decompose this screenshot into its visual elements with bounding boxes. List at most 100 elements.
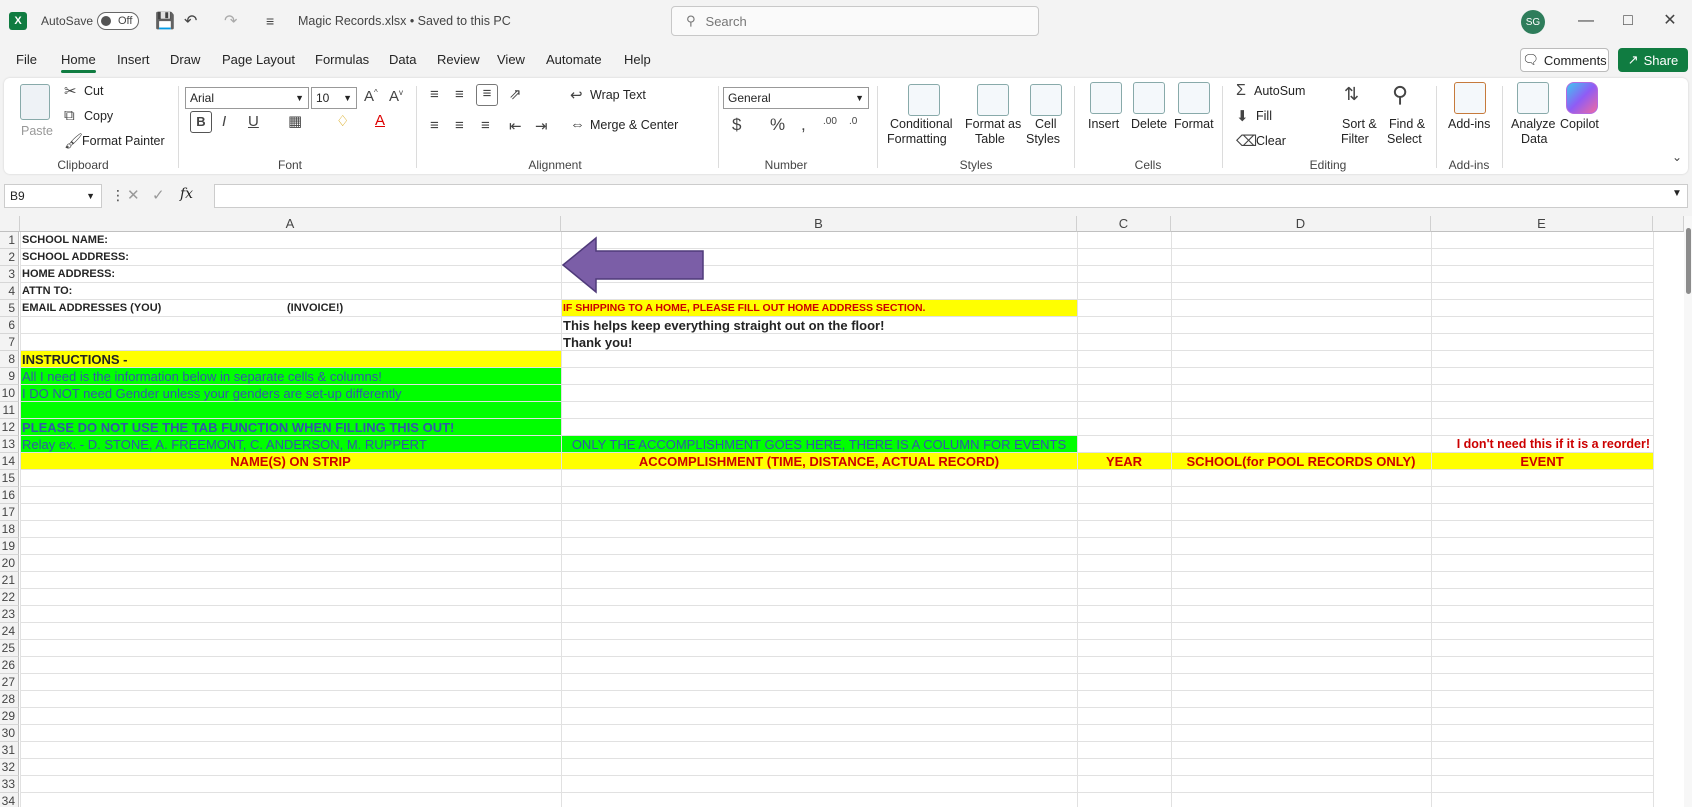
borders-icon[interactable]: ▦ xyxy=(288,112,302,130)
row-header[interactable]: 8 xyxy=(0,351,19,368)
cell-e14[interactable]: EVENT xyxy=(1431,453,1653,470)
clear-button[interactable]: Clear xyxy=(1256,134,1286,148)
cell-c14[interactable]: YEAR xyxy=(1077,453,1171,470)
row-header[interactable]: 24 xyxy=(0,623,19,640)
cancel-icon[interactable]: ✕ xyxy=(127,186,140,204)
column-header-a[interactable]: A xyxy=(20,216,561,232)
user-avatar[interactable]: SG xyxy=(1521,10,1545,34)
tab-formulas[interactable]: Formulas xyxy=(315,52,369,67)
column-header-e[interactable]: E xyxy=(1431,216,1653,232)
cell-d14[interactable]: SCHOOL(for POOL RECORDS ONLY) xyxy=(1171,453,1431,470)
italic-button[interactable]: I xyxy=(222,113,226,130)
cell-a5[interactable]: EMAIL ADDRESSES (YOU) xyxy=(22,300,161,317)
save-icon[interactable]: 💾 xyxy=(155,0,175,42)
styles-label[interactable]: Styles xyxy=(1026,132,1060,146)
row-header[interactable]: 27 xyxy=(0,674,19,691)
cell-a12[interactable]: PLEASE DO NOT USE THE TAB FUNCTION WHEN … xyxy=(22,419,454,436)
select-all-corner[interactable] xyxy=(0,216,20,232)
percent-icon[interactable]: % xyxy=(770,115,785,135)
column-header-b[interactable]: B xyxy=(561,216,1077,232)
data-label[interactable]: Data xyxy=(1521,132,1547,146)
tab-review[interactable]: Review xyxy=(437,52,480,67)
insert-cells-button[interactable]: Insert xyxy=(1088,117,1119,131)
row-header[interactable]: 26 xyxy=(0,657,19,674)
enter-icon[interactable]: ✓ xyxy=(152,186,165,204)
close-icon[interactable]: ✕ xyxy=(1661,12,1679,30)
increase-font-icon[interactable]: A^ xyxy=(364,88,378,105)
tab-file[interactable]: File xyxy=(16,52,37,67)
row-header[interactable]: 12 xyxy=(0,419,19,436)
delete-cells-button[interactable]: Delete xyxy=(1131,117,1167,131)
align-center-icon[interactable]: ≡ xyxy=(455,117,464,134)
table-label[interactable]: Table xyxy=(975,132,1005,146)
font-size-combo[interactable]: 10 ▼ xyxy=(311,87,357,109)
minimize-icon[interactable]: — xyxy=(1577,12,1595,30)
name-box[interactable]: B9 ▼ xyxy=(4,184,102,208)
row-header[interactable]: 15 xyxy=(0,470,19,487)
decrease-indent-icon[interactable]: ⇤ xyxy=(509,117,522,135)
row-header[interactable]: 9 xyxy=(0,368,19,385)
row-header[interactable]: 31 xyxy=(0,742,19,759)
tab-draw[interactable]: Draw xyxy=(170,52,200,67)
cell-a13[interactable]: Relay ex. - D. STONE, A. FREEMONT, C. AN… xyxy=(22,436,427,453)
select-label[interactable]: Select xyxy=(1387,132,1422,146)
row-header[interactable]: 11 xyxy=(0,402,19,419)
scrollbar-thumb[interactable] xyxy=(1686,228,1691,294)
row-header[interactable]: 7 xyxy=(0,334,19,351)
comma-icon[interactable]: , xyxy=(801,115,806,135)
row-header[interactable]: 29 xyxy=(0,708,19,725)
row-header[interactable]: 30 xyxy=(0,725,19,742)
align-bottom-icon[interactable]: ≡ xyxy=(476,84,498,106)
row-header[interactable]: 5 xyxy=(0,300,19,317)
cell-a5-invoice[interactable]: (INVOICE!) xyxy=(287,300,343,317)
tab-data[interactable]: Data xyxy=(389,52,416,67)
addins-button[interactable]: Add-ins xyxy=(1448,117,1490,131)
arrow-shape[interactable] xyxy=(561,235,706,295)
column-header-f[interactable] xyxy=(1653,216,1684,232)
row-header[interactable]: 32 xyxy=(0,759,19,776)
align-left-icon[interactable]: ≡ xyxy=(430,117,439,134)
font-color-icon[interactable]: A xyxy=(375,112,385,129)
undo-icon[interactable]: ↶ xyxy=(184,0,197,42)
paste-button[interactable]: Paste xyxy=(21,124,53,138)
formula-input[interactable] xyxy=(214,184,1688,208)
vertical-scrollbar[interactable] xyxy=(1684,216,1692,807)
number-format-combo[interactable]: General ▼ xyxy=(723,87,869,109)
increase-decimal-icon[interactable]: .00 xyxy=(823,116,837,127)
row-header[interactable]: 19 xyxy=(0,538,19,555)
autosum-button[interactable]: AutoSum xyxy=(1254,84,1305,98)
expand-formula-icon[interactable]: ▼ xyxy=(1672,188,1682,199)
merge-center-button[interactable]: Merge & Center xyxy=(590,118,678,132)
share-button[interactable]: ↗ Share xyxy=(1618,48,1688,72)
tab-insert[interactable]: Insert xyxy=(117,52,150,67)
fill-button[interactable]: Fill xyxy=(1256,109,1272,123)
cell-b5[interactable]: IF SHIPPING TO A HOME, PLEASE FILL OUT H… xyxy=(563,300,925,317)
align-middle-icon[interactable]: ≡ xyxy=(455,86,464,103)
align-right-icon[interactable]: ≡ xyxy=(481,117,490,134)
more-icon[interactable]: ⋮ xyxy=(111,187,125,204)
font-name-combo[interactable]: Arial ▼ xyxy=(185,87,309,109)
align-top-icon[interactable]: ≡ xyxy=(430,86,439,103)
orientation-icon[interactable]: ⇗ xyxy=(509,85,522,103)
copilot-button[interactable]: Copilot xyxy=(1560,117,1599,131)
cell-e13[interactable]: I don't need this if it is a reorder! xyxy=(1431,436,1650,453)
cell-a2[interactable]: SCHOOL ADDRESS: xyxy=(22,249,129,266)
conditional-label[interactable]: Conditional xyxy=(890,117,953,131)
tab-help[interactable]: Help xyxy=(624,52,651,67)
autosave-toggle[interactable]: Off xyxy=(97,0,139,42)
row-header[interactable]: 1 xyxy=(0,232,19,249)
cell-a4[interactable]: ATTN TO: xyxy=(22,283,72,300)
search-box[interactable]: ⚲ Search xyxy=(671,6,1039,36)
redo-icon[interactable]: ↷ xyxy=(224,0,237,42)
cell-b13[interactable]: ONLY THE ACCOMPLISHMENT GOES HERE, THERE… xyxy=(561,436,1077,453)
wrap-text-button[interactable]: Wrap Text xyxy=(590,88,646,102)
file-name[interactable]: Magic Records.xlsx • Saved to this PC xyxy=(298,0,511,42)
bold-button[interactable]: B xyxy=(190,111,212,133)
row-header[interactable]: 21 xyxy=(0,572,19,589)
format-painter-button[interactable]: Format Painter xyxy=(82,134,165,148)
row-header[interactable]: 25 xyxy=(0,640,19,657)
row-header[interactable]: 16 xyxy=(0,487,19,504)
currency-icon[interactable]: $ xyxy=(732,115,741,135)
decrease-font-icon[interactable]: Av xyxy=(389,88,403,105)
filter-label[interactable]: Filter xyxy=(1341,132,1369,146)
